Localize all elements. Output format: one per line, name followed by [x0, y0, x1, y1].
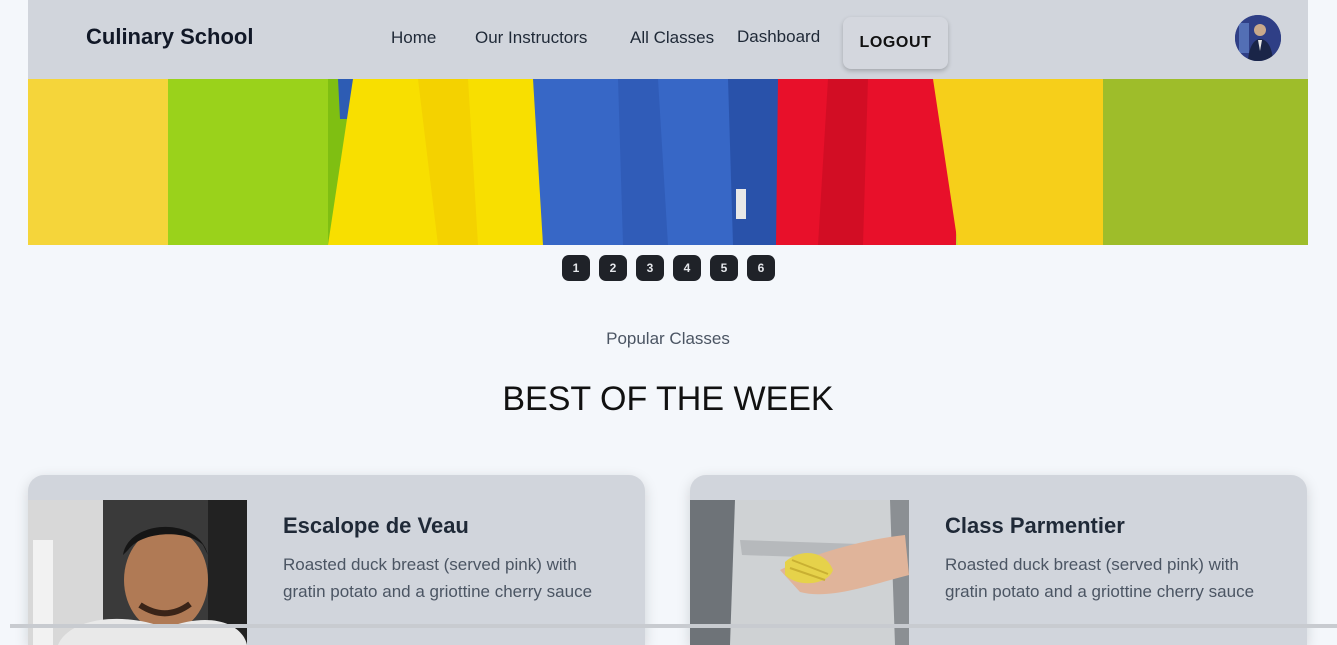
section-subtitle: Popular Classes	[606, 329, 730, 348]
nav-link-instructors[interactable]: Our Instructors	[475, 28, 587, 48]
carousel-dot-4[interactable]: 4	[673, 255, 701, 281]
carousel-dot-2[interactable]: 2	[599, 255, 627, 281]
nav-link-dashboard[interactable]: Dashboard	[737, 27, 820, 47]
nav-link-all-classes[interactable]: All Classes	[630, 28, 714, 48]
avatar-image	[1235, 15, 1281, 61]
class-card-description: Roasted duck breast (served pink) with g…	[945, 555, 1255, 601]
class-card-description: Roasted duck breast (served pink) with g…	[283, 555, 593, 601]
aprons-illustration	[28, 79, 1308, 245]
section-title: BEST OF THE WEEK	[502, 380, 834, 418]
nav-link-home[interactable]: Home	[391, 28, 436, 48]
user-avatar[interactable]	[1235, 15, 1281, 61]
logout-button[interactable]: LOGOUT	[843, 17, 948, 69]
class-card-title: Class Parmentier	[945, 513, 1125, 538]
hero-banner-image	[28, 79, 1308, 245]
class-card[interactable]: Class Parmentier Roasted duck breast (se…	[690, 475, 1307, 645]
horizontal-scrollbar[interactable]	[10, 624, 1337, 628]
carousel-dot-1[interactable]: 1	[562, 255, 590, 281]
carousel-dot-6[interactable]: 6	[747, 255, 775, 281]
carousel-dot-5[interactable]: 5	[710, 255, 738, 281]
navbar: Culinary School Home Our Instructors All…	[28, 0, 1308, 79]
page: Culinary School Home Our Instructors All…	[28, 0, 1308, 645]
class-card-title: Escalope de Veau	[283, 513, 469, 538]
carousel-dot-3[interactable]: 3	[636, 255, 664, 281]
class-card[interactable]: Escalope de Veau Roasted duck breast (se…	[28, 475, 645, 645]
carousel-pagination: 1 2 3 4 5 6	[562, 255, 775, 281]
brand-logo-text[interactable]: Culinary School	[86, 24, 253, 50]
